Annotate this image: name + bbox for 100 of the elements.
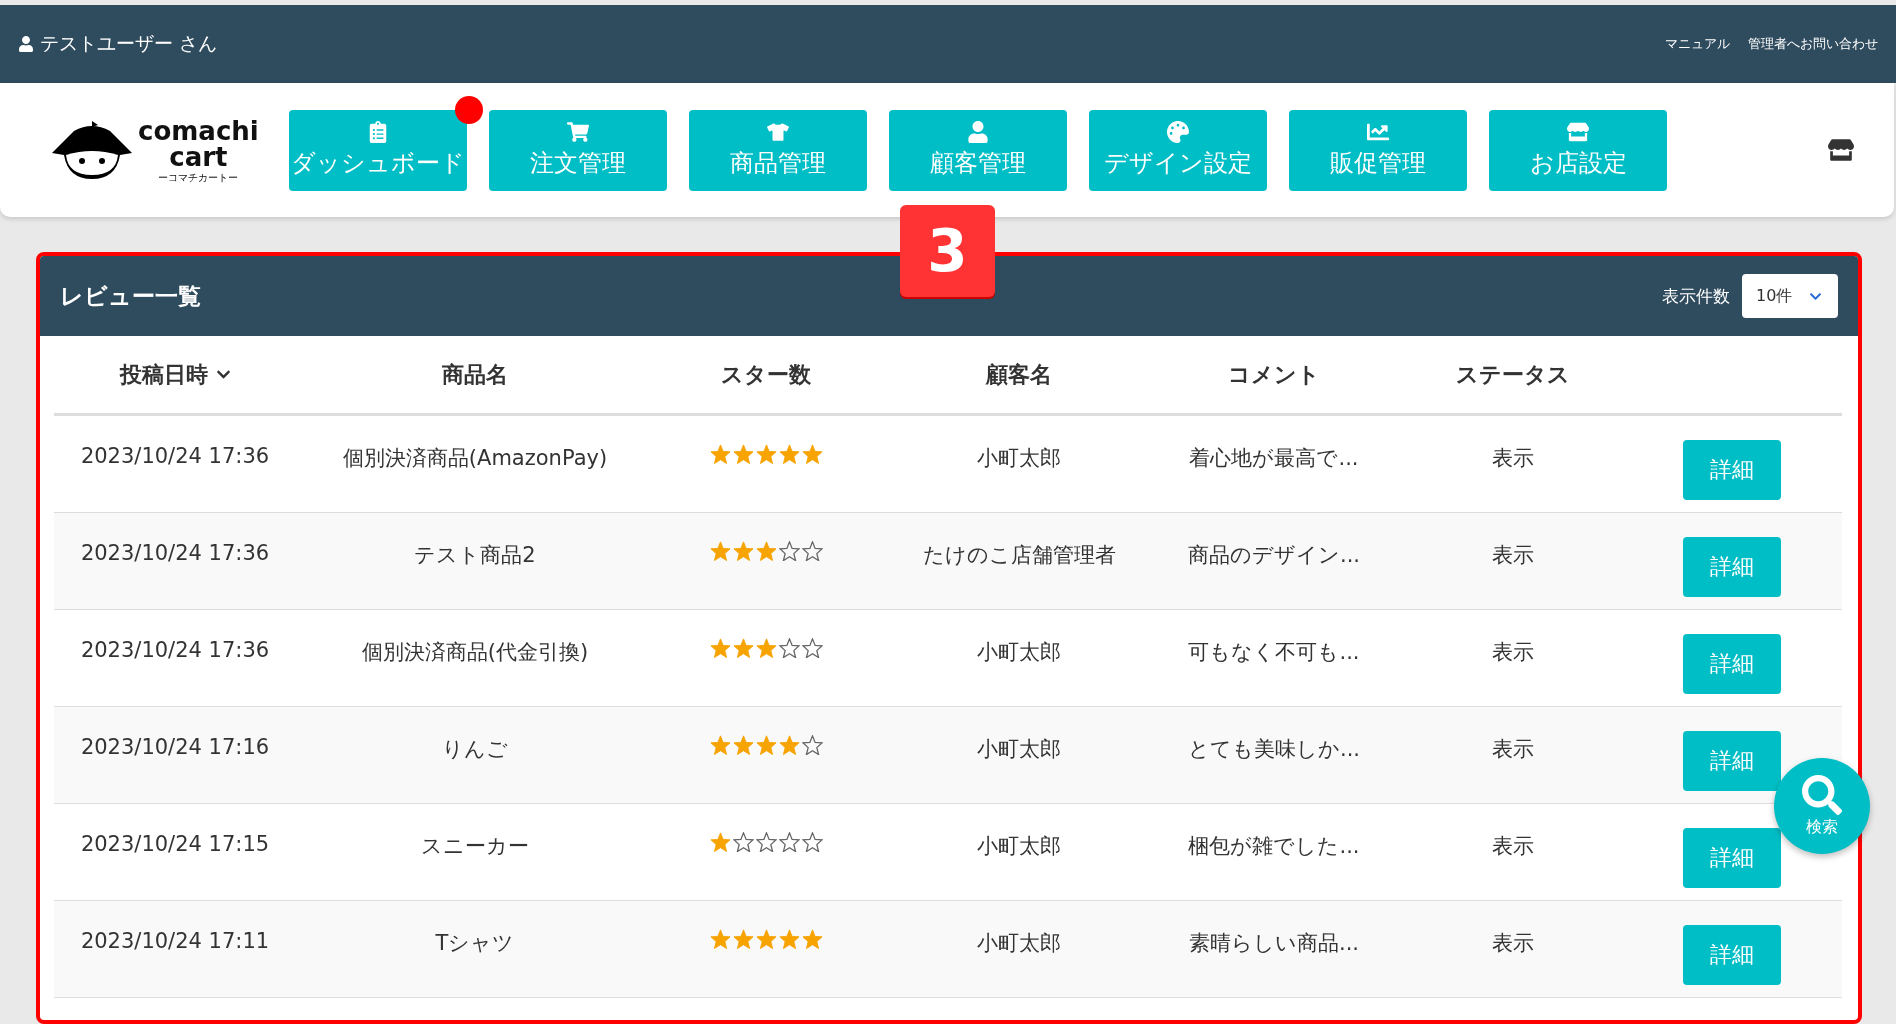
nav-button[interactable]: 顧客管理: [889, 109, 1067, 191]
table-cell-text: 表示: [1491, 736, 1535, 763]
logo-mascot-icon: [50, 119, 134, 181]
star-icon: [732, 929, 754, 949]
chart-icon: [1367, 121, 1389, 143]
empty-star-icon: [778, 832, 800, 852]
table-cell-text: 表示: [1491, 833, 1535, 860]
detail-button[interactable]: 詳細: [1683, 537, 1781, 597]
store-icon[interactable]: [1828, 137, 1854, 163]
palette-icon: [1167, 121, 1189, 143]
detail-button[interactable]: 詳細: [1683, 440, 1781, 500]
table-cell-text: 小町太郎: [976, 639, 1062, 666]
top-link[interactable]: マニュアル: [1665, 35, 1730, 53]
table-cell-text: 素晴らしい商品...: [1188, 930, 1360, 957]
logo-text: cart: [169, 143, 228, 170]
star-icon: [732, 444, 754, 464]
nav-button[interactable]: デザイン設定: [1089, 109, 1267, 191]
table-cell-text: たけのこ店舗管理者: [921, 542, 1117, 569]
detail-button[interactable]: 詳細: [1683, 634, 1781, 694]
search-icon: [1802, 774, 1842, 815]
star-icon: [801, 929, 823, 949]
star-icon: [755, 638, 777, 658]
user-icon: [18, 36, 34, 52]
column-header: 顧客名: [986, 360, 1052, 389]
logo-text: comachi: [138, 117, 259, 144]
empty-star-icon: [801, 832, 823, 852]
nav-button[interactable]: お店設定: [1489, 109, 1667, 191]
star-icon: [778, 929, 800, 949]
star-icon: [709, 444, 731, 464]
star-icon: [732, 735, 754, 755]
table-cell-text: 表示: [1491, 639, 1535, 666]
user-greeting: テストユーザー さん: [40, 31, 218, 56]
empty-star-icon: [732, 832, 754, 852]
star-icon: [732, 638, 754, 658]
empty-star-icon: [801, 735, 823, 755]
star-icon: [755, 444, 777, 464]
table-cell-text: 個別決済商品(AmazonPay): [341, 445, 609, 472]
table-cell-text: スニーカー: [420, 833, 530, 860]
nav-button[interactable]: 販促管理: [1289, 109, 1467, 191]
clipboard-icon: [367, 121, 389, 143]
table-cell-text: テスト商品2: [413, 542, 537, 569]
star-icon: [755, 541, 777, 561]
detail-button[interactable]: 詳細: [1683, 731, 1781, 791]
table-cell-text: 2023/10/24 17:16: [79, 734, 271, 761]
table-cell-text: 2023/10/24 17:15: [79, 831, 271, 858]
column-header: ステータス: [1456, 360, 1570, 389]
table-cell-text: 小町太郎: [976, 833, 1062, 860]
table-cell-text: 商品のデザイン...: [1187, 542, 1361, 569]
logo-tagline: ーコマチカートー: [158, 172, 239, 183]
table-cell-text: 個別決済商品(代金引換): [360, 639, 590, 666]
page-size-select[interactable]: 10件: [1742, 274, 1838, 318]
table-cell-text: りんご: [441, 736, 509, 763]
table-cell-text: Tシャツ: [434, 930, 516, 957]
table-cell-text: 着心地が最高で...: [1188, 445, 1360, 472]
detail-button[interactable]: 詳細: [1683, 925, 1781, 985]
detail-button[interactable]: 詳細: [1683, 828, 1781, 888]
empty-star-icon: [801, 638, 823, 658]
column-header[interactable]: 投稿日時: [119, 359, 208, 390]
star-icon: [709, 735, 731, 755]
column-header: コメント: [1228, 360, 1320, 389]
table-cell-text: 可もなく不可も...: [1187, 639, 1361, 666]
store-icon: [1567, 121, 1589, 143]
star-icon: [709, 638, 731, 658]
shirt-icon: [767, 121, 789, 143]
star-icon: [709, 541, 731, 561]
star-icon: [709, 832, 731, 852]
star-icon: [755, 735, 777, 755]
empty-star-icon: [755, 832, 777, 852]
table-cell-text: 2023/10/24 17:36: [79, 637, 271, 664]
empty-star-icon: [801, 541, 823, 561]
star-icon: [755, 929, 777, 949]
nav-button[interactable]: ダッシュボード: [289, 109, 467, 191]
top-link[interactable]: 管理者へお問い合わせ: [1748, 35, 1878, 53]
step-badge: 3: [900, 205, 995, 297]
table-cell-text: 小町太郎: [976, 736, 1062, 763]
table-cell-text: 梱包が雑でした...: [1187, 833, 1361, 860]
table-cell-text: とても美味しか...: [1187, 736, 1361, 763]
table-cell-text: 2023/10/24 17:36: [79, 443, 271, 470]
star-icon: [778, 444, 800, 464]
cart-icon: [567, 121, 589, 143]
star-icon: [709, 929, 731, 949]
nav-button[interactable]: 商品管理: [689, 109, 867, 191]
table-cell-text: 表示: [1491, 445, 1535, 472]
star-icon: [732, 541, 754, 561]
column-header: 商品名: [442, 360, 508, 389]
star-icon: [778, 735, 800, 755]
table-cell-text: 小町太郎: [976, 445, 1062, 472]
table-cell-text: 小町太郎: [976, 930, 1062, 957]
table-cell-text: 2023/10/24 17:36: [79, 540, 271, 567]
table-cell-text: 2023/10/24 17:11: [79, 928, 271, 955]
star-icon: [801, 444, 823, 464]
empty-star-icon: [778, 638, 800, 658]
nav-button[interactable]: 注文管理: [489, 109, 667, 191]
panel-title: レビュー一覧: [60, 281, 201, 311]
table-cell-text: 表示: [1491, 542, 1535, 569]
user-icon: [967, 121, 989, 143]
page-size-label: 表示件数: [1662, 284, 1730, 308]
table-cell-text: 表示: [1491, 930, 1535, 957]
empty-star-icon: [778, 541, 800, 561]
column-header: スター数: [721, 360, 811, 389]
